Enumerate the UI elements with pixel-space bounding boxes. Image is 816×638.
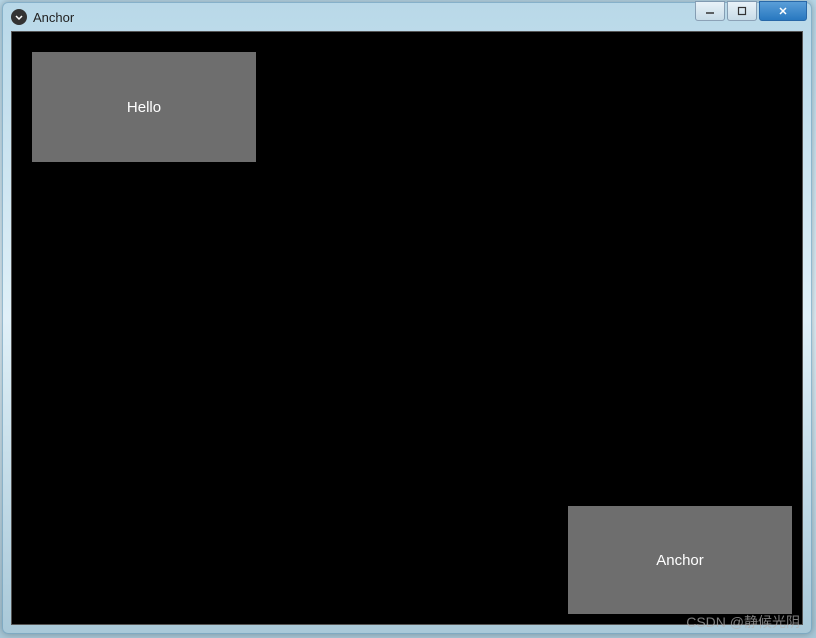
hello-button[interactable]: Hello bbox=[32, 52, 256, 162]
window-title: Anchor bbox=[33, 10, 807, 25]
maximize-icon bbox=[737, 6, 747, 16]
close-icon bbox=[778, 6, 788, 16]
titlebar[interactable]: Anchor bbox=[3, 3, 811, 31]
app-window: Anchor Hello Anchor bbox=[2, 2, 812, 634]
window-controls bbox=[693, 1, 807, 21]
client-area: Hello Anchor bbox=[11, 31, 803, 625]
anchor-button[interactable]: Anchor bbox=[568, 506, 792, 614]
close-button[interactable] bbox=[759, 1, 807, 21]
minimize-icon bbox=[705, 6, 715, 16]
app-icon bbox=[11, 9, 27, 25]
minimize-button[interactable] bbox=[695, 1, 725, 21]
maximize-button[interactable] bbox=[727, 1, 757, 21]
